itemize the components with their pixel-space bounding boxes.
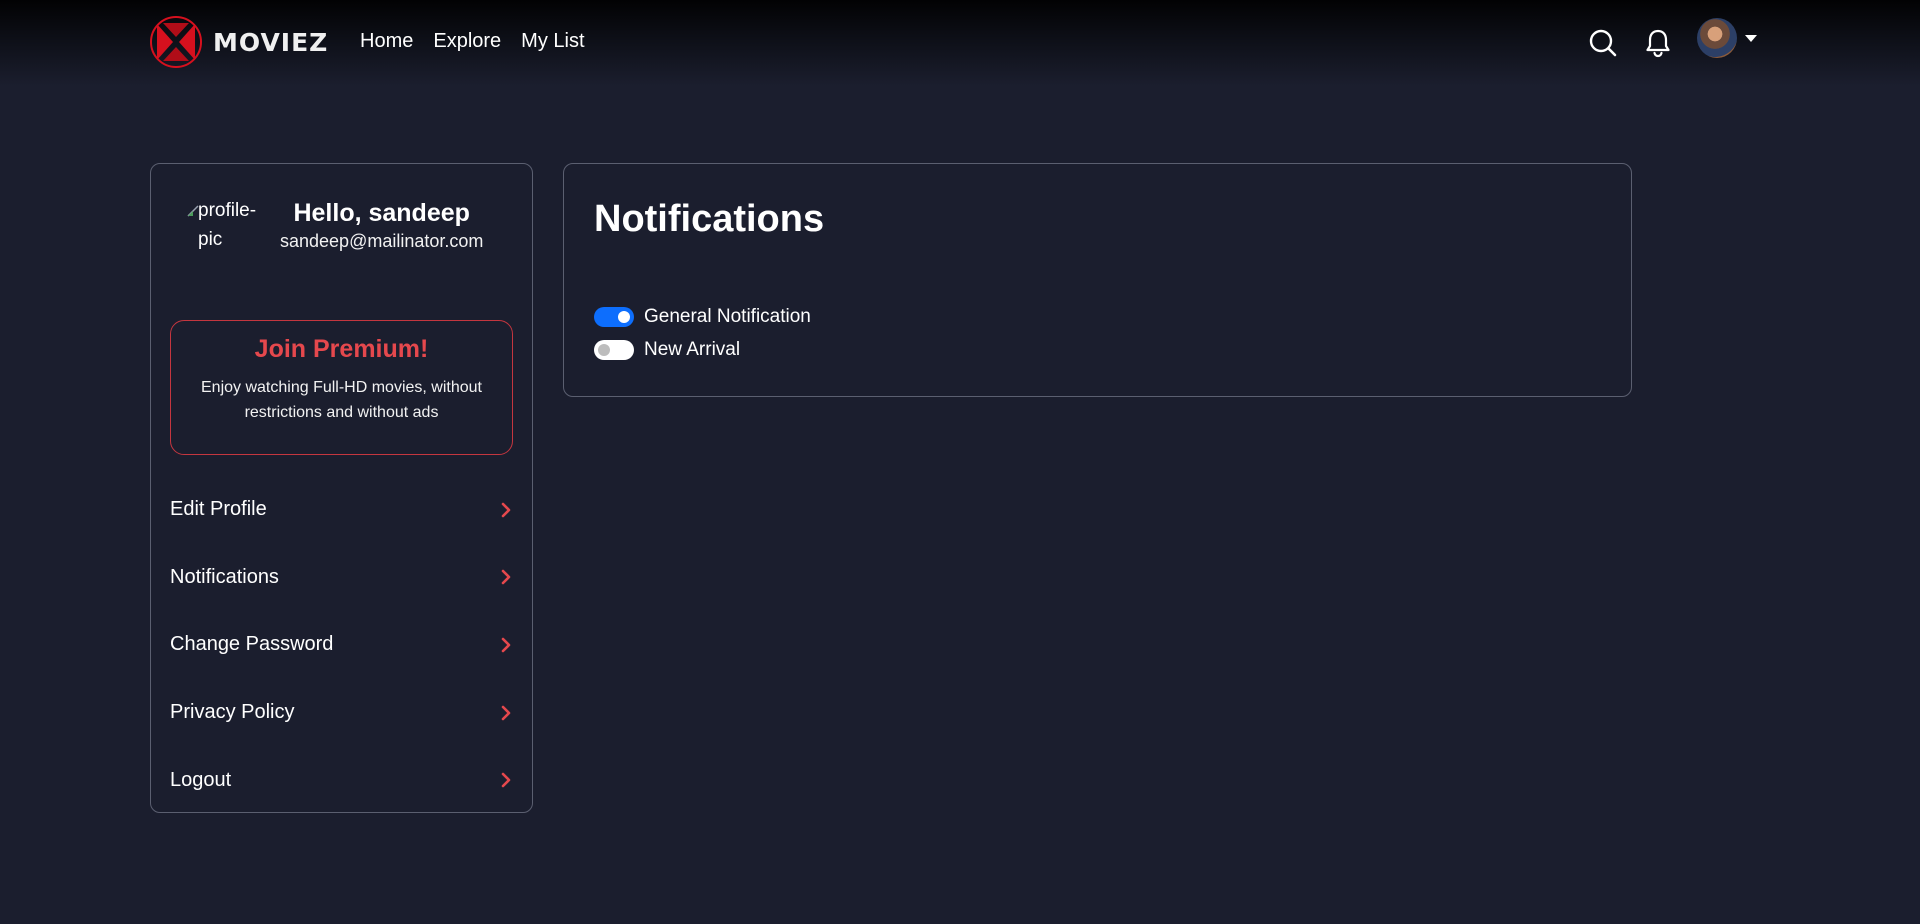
brand-name: MOVIEZ [213,27,329,57]
toggle-label: New Arrival [644,339,741,360]
nav-home[interactable]: Home [360,30,413,53]
logo-mark-icon [150,16,202,68]
nav-my-list[interactable]: My List [521,30,584,53]
chevron-right-icon [501,637,511,653]
avatar[interactable] [1697,18,1737,58]
user-menu[interactable] [1697,18,1757,58]
toggle-new-arrival[interactable]: New Arrival [594,339,740,361]
menu-item-label: Edit Profile [170,498,267,521]
bell-icon[interactable] [1643,28,1673,58]
toggle-knob [618,311,630,323]
user-greeting: Hello, sandeep [293,199,470,227]
notifications-panel: Notifications General Notification New A… [563,163,1632,397]
account-sidebar: profile-pic Hello, sandeep sandeep@maili… [150,163,533,813]
menu-item-label: Logout [170,768,232,791]
toggle-general-notification[interactable]: General Notification [594,306,811,328]
user-email: sandeep@mailinator.com [280,231,484,251]
profile-pic-image: profile-pic [179,196,269,260]
nav-explore[interactable]: Explore [433,30,501,53]
chevron-right-icon [501,705,511,720]
chevron-right-icon [501,502,511,518]
menu-item-label: Change Password [170,633,334,656]
profile-summary: profile-pic Hello, sandeep sandeep@maili… [179,196,483,260]
brand-logo[interactable]: MOVIEZ [149,15,328,69]
toggle-switch[interactable] [594,340,634,360]
broken-image-icon [187,205,199,217]
toggle-knob [598,344,610,356]
chevron-right-icon [501,772,511,788]
toggle-switch[interactable] [594,307,634,327]
menu-item-label: Privacy Policy [170,701,295,724]
menu-item-edit-profile[interactable]: Edit Profile [170,476,513,544]
chevron-right-icon [501,570,511,585]
profile-text: Hello, sandeep sandeep@mailinator.com [280,197,483,253]
toggle-label: General Notification [644,306,811,327]
page-title: Notifications [594,198,825,240]
join-premium-card[interactable]: Join Premium! Enjoy watching Full-HD mov… [170,320,513,455]
premium-description: Enjoy watching Full-HD movies, without r… [201,379,482,421]
menu-item-label: Notifications [170,565,279,588]
menu-item-change-password[interactable]: Change Password [170,611,513,679]
caret-down-icon[interactable] [1745,34,1757,42]
search-icon[interactable] [1588,28,1618,58]
top-navbar: MOVIEZ Home Explore My List [0,0,1920,86]
premium-title: Join Premium! [254,335,429,363]
account-menu: Edit Profile Notifications Change Passwo… [170,476,513,814]
menu-item-notifications[interactable]: Notifications [170,544,513,612]
menu-item-logout[interactable]: Logout [170,746,513,814]
menu-item-privacy-policy[interactable]: Privacy Policy [170,679,513,747]
main-nav: Home Explore My List [360,30,585,53]
